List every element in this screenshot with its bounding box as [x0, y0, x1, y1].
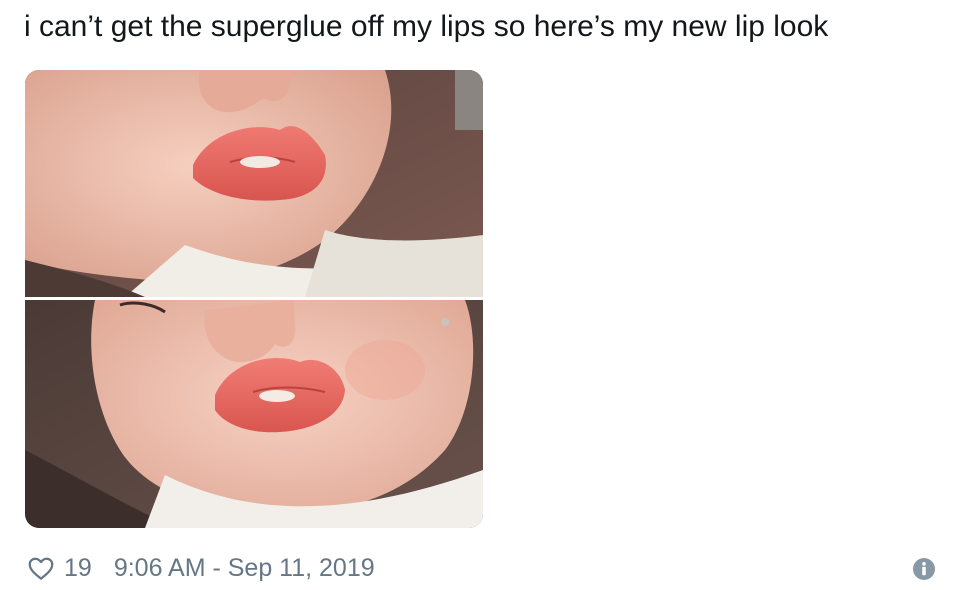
photo-top-image [25, 70, 483, 297]
tweet-timestamp[interactable]: 9:06 AM - Sep 11, 2019 [114, 554, 375, 583]
photo-bottom-image [25, 300, 483, 528]
heart-outline-icon[interactable] [26, 553, 56, 583]
photo-bottom[interactable] [25, 300, 483, 528]
like-count: 19 [64, 553, 92, 582]
photo-top[interactable] [25, 70, 483, 297]
tweet-footer: 19 9:06 AM - Sep 11, 2019 [26, 548, 375, 588]
tweet-text: i can’t get the superglue off my lips so… [24, 10, 829, 43]
info-circle-icon[interactable] [912, 557, 936, 581]
tweet-media-grid[interactable] [25, 70, 483, 528]
